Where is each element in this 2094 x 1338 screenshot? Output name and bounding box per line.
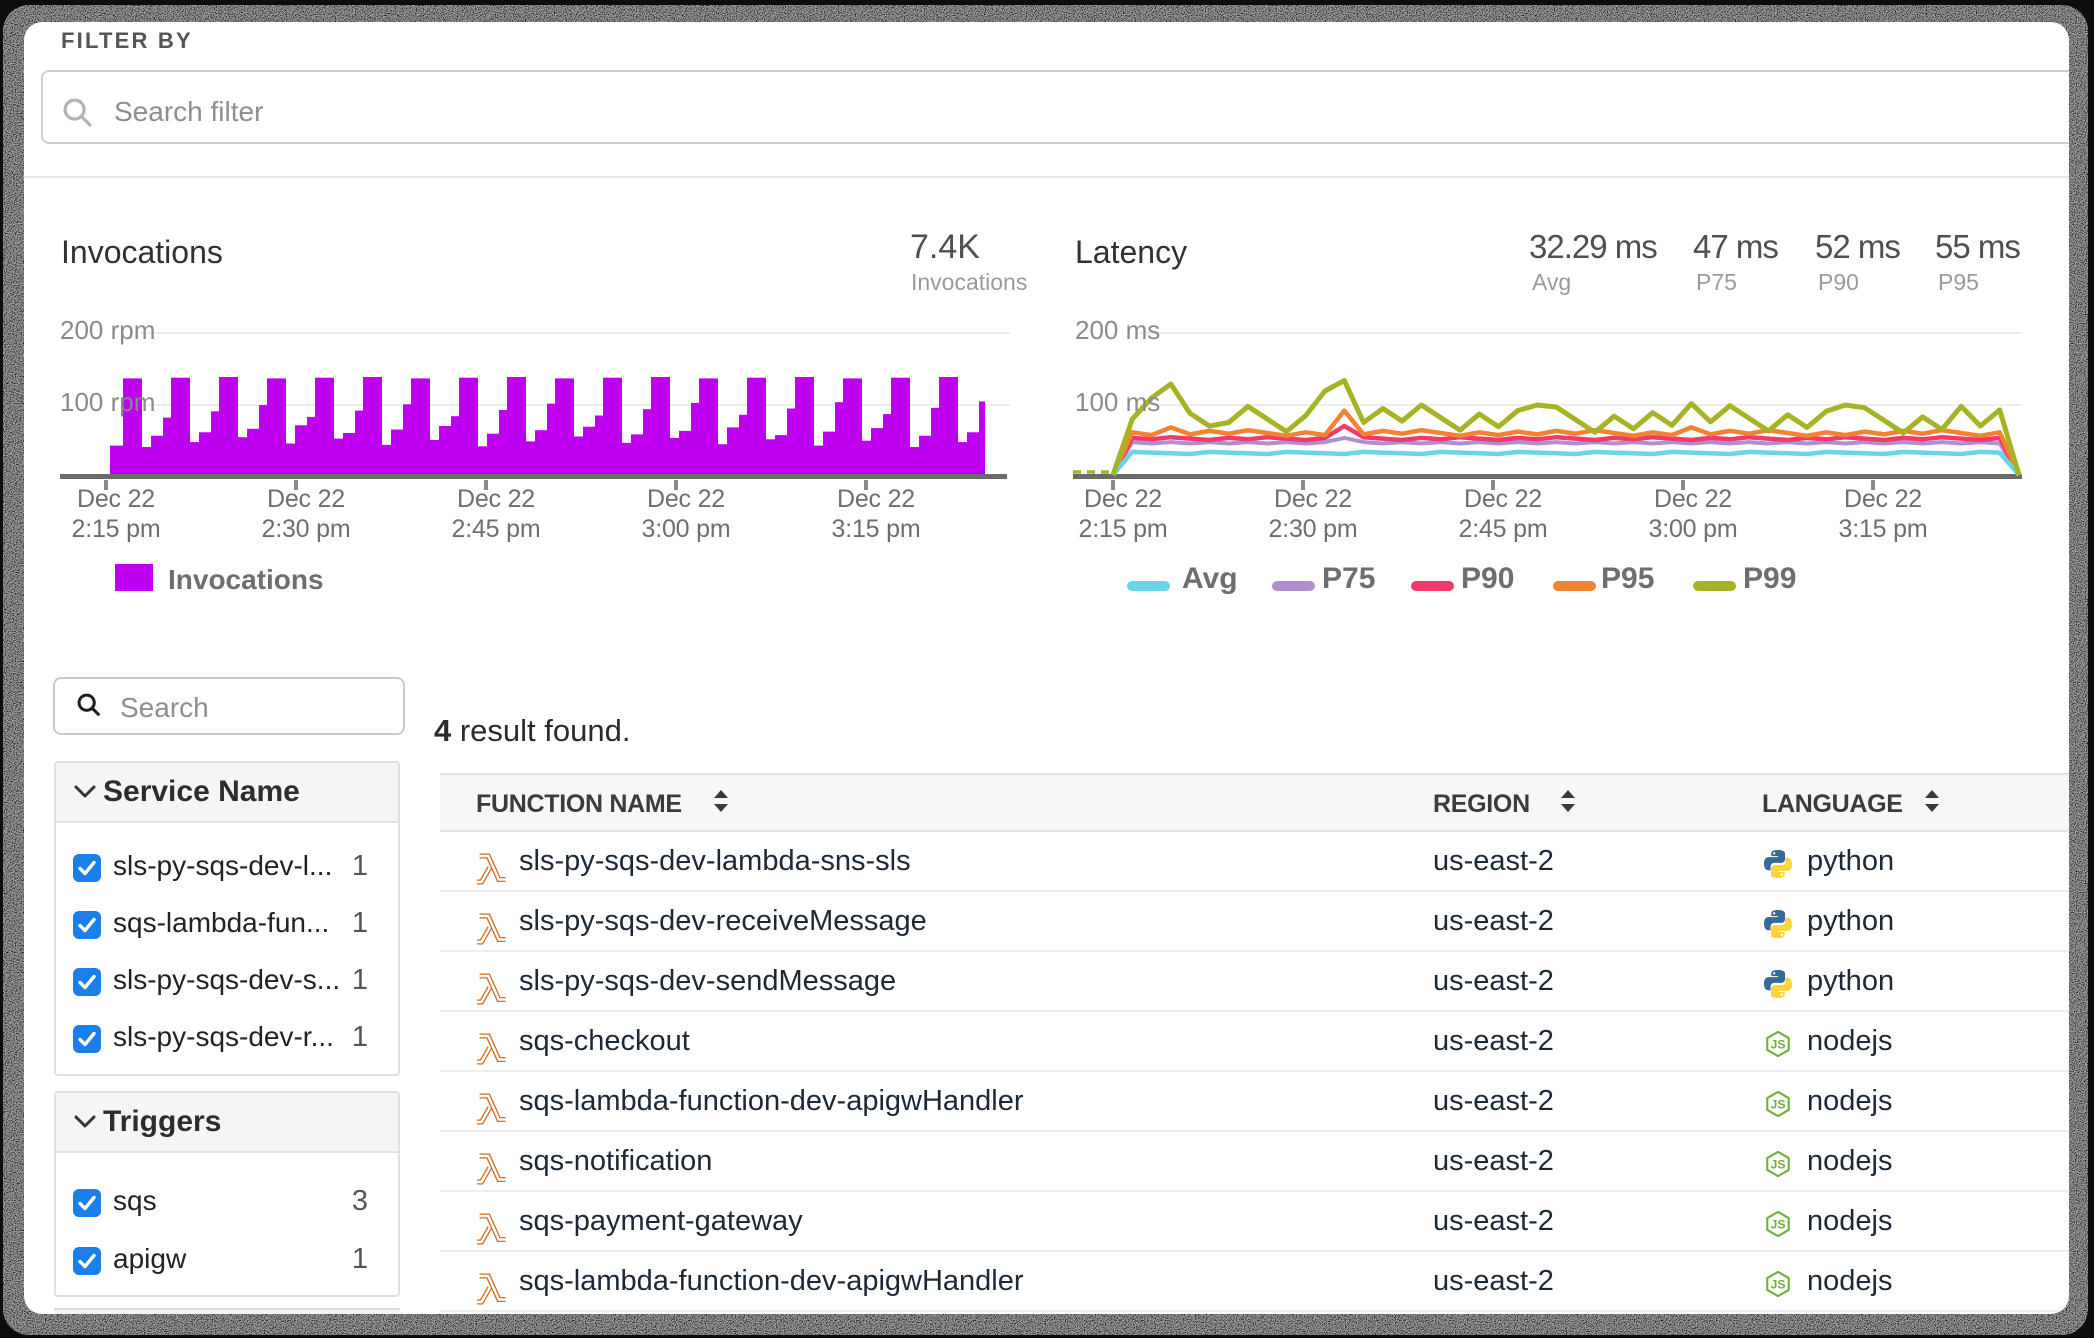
svg-text:JS: JS [1771,1098,1786,1112]
svg-text:JS: JS [1771,1038,1786,1052]
svg-text:JS: JS [1771,1218,1786,1232]
svg-text:JS: JS [1771,1278,1786,1292]
svg-text:JS: JS [1771,1158,1786,1172]
